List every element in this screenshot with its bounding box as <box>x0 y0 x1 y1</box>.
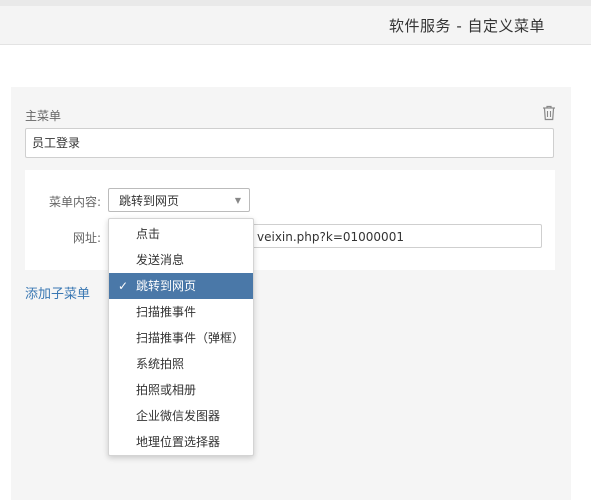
page-header: 软件服务 - 自定义菜单 <box>0 6 591 45</box>
dropdown-option[interactable]: 扫描推事件（弹框） <box>109 325 253 351</box>
menu-content-select[interactable]: 跳转到网页 ▼ <box>108 188 250 212</box>
page-title: 软件服务 - 自定义菜单 <box>389 17 545 35</box>
menu-content-selected: 跳转到网页 <box>119 194 180 208</box>
dropdown-option-selected[interactable]: ✓ 跳转到网页 <box>109 273 253 299</box>
dropdown-option[interactable]: 拍照或相册 <box>109 377 253 403</box>
menu-content-label: 菜单内容: <box>48 195 101 209</box>
dropdown-option[interactable]: 扫描推事件 <box>109 299 253 325</box>
menu-panel: 主菜单 员工登录 菜单内容: 跳转到网页 ▼ 网址: veixin.php?k=… <box>11 87 571 500</box>
dropdown-option[interactable]: 企业微信发图器 <box>109 403 253 429</box>
main-menu-name-input[interactable]: 员工登录 <box>25 128 554 158</box>
url-value: veixin.php?k=01000001 <box>257 230 404 244</box>
main-menu-label: 主菜单 <box>25 109 62 123</box>
caret-down-icon: ▼ <box>234 196 241 205</box>
check-icon: ✓ <box>118 279 129 293</box>
dropdown-option[interactable]: 系统拍照 <box>109 351 253 377</box>
dropdown-option[interactable]: 发送消息 <box>109 247 253 273</box>
trash-icon[interactable] <box>542 105 556 121</box>
add-submenu-link[interactable]: 添加子菜单 <box>25 283 90 302</box>
menu-content-dropdown: 点击 发送消息 ✓ 跳转到网页 扫描推事件 扫描推事件（弹框） 系统拍照 拍照或相… <box>108 218 254 456</box>
dropdown-option[interactable]: 地理位置选择器 <box>109 429 253 455</box>
menu-content-section: 菜单内容: 跳转到网页 ▼ 网址: veixin.php?k=01000001 <box>25 170 555 270</box>
url-label: 网址: <box>72 231 101 245</box>
dropdown-option[interactable]: 点击 <box>109 221 253 247</box>
